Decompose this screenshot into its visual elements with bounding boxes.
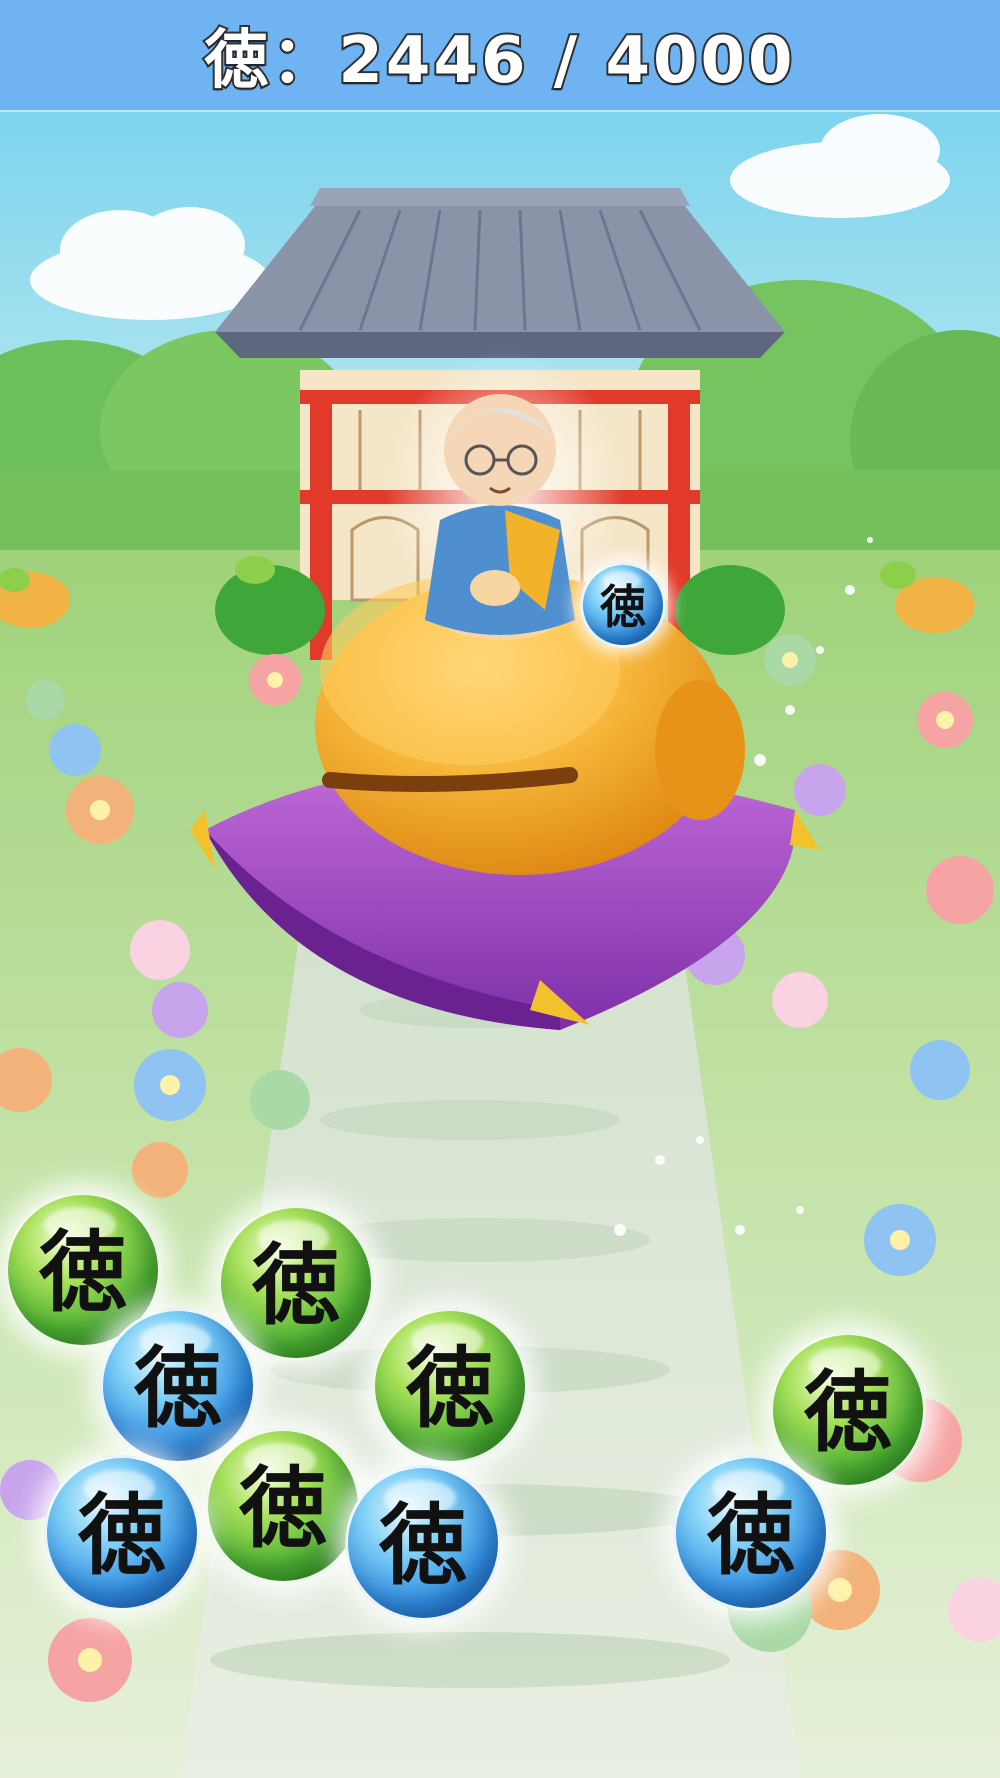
virtue-orb[interactable]: 徳 [770,1332,926,1488]
orb-glyph: 徳 [405,1336,494,1440]
orb-glyph: 徳 [706,1483,795,1587]
virtue-orb-small[interactable]: 徳 [580,562,666,648]
virtue-orb[interactable]: 徳 [205,1428,361,1584]
orb-glyph: 徳 [803,1360,892,1464]
orb-glyph: 徳 [600,580,646,634]
virtue-orb[interactable]: 徳 [673,1455,829,1611]
virtue-orb[interactable]: 徳 [44,1455,200,1611]
virtue-orb[interactable]: 徳 [218,1205,374,1361]
virtue-orb[interactable]: 徳 [100,1308,256,1464]
virtue-score: 徳：2446 / 4000 [202,22,796,100]
orb-glyph: 徳 [77,1483,166,1587]
orb-glyph: 徳 [238,1456,327,1560]
virtue-orb[interactable]: 徳 [345,1465,501,1621]
temple-scene: 徳 徳 徳 徳 徳 徳 徳 徳 徳 徳 [0,110,1000,1778]
turtle-mid [235,556,275,584]
orb-glyph: 徳 [38,1220,127,1324]
orb-glyph: 徳 [378,1493,467,1597]
score-bar: 徳：2446 / 4000 [0,0,1000,110]
orb-glyph: 徳 [133,1336,222,1440]
orb-glyph: 徳 [251,1233,340,1337]
virtue-orb[interactable]: 徳 [372,1308,528,1464]
monk-character [425,394,575,640]
